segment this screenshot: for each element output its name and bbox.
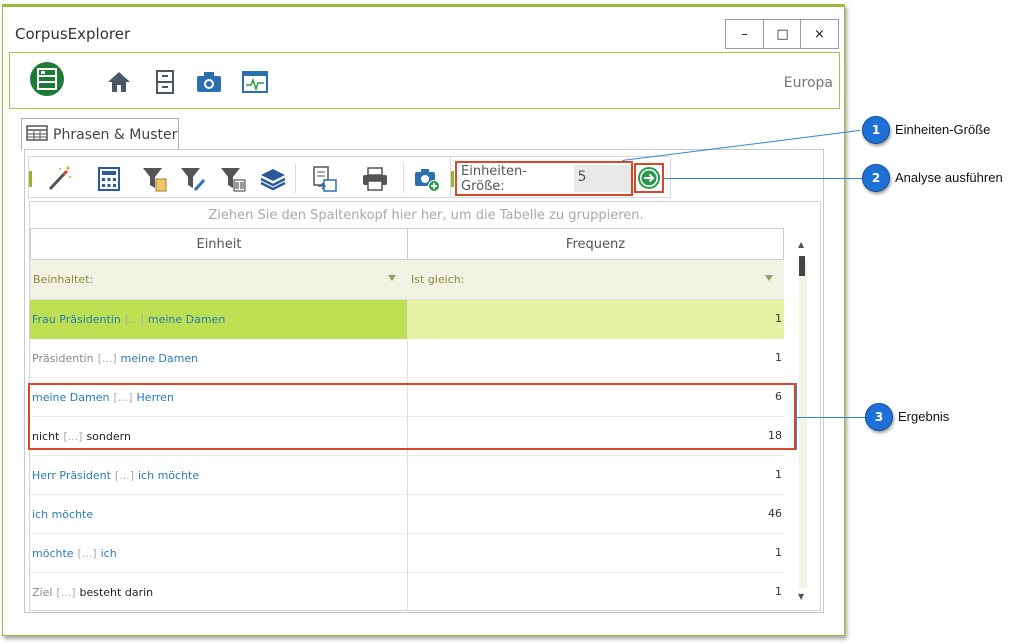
phrase-token: besteht darin [79,586,154,599]
calculator-icon[interactable] [95,165,123,193]
scroll-up-icon[interactable]: ▲ [798,240,804,249]
maximize-button[interactable]: □ [763,19,802,49]
result-highlight-box [28,383,796,450]
cell-frequenz[interactable]: 1 [408,339,784,378]
magic-wand-icon[interactable] [45,165,73,193]
tab-label: Phrasen & Muster [53,126,178,143]
toolbar [28,156,451,198]
cell-einheit[interactable]: Ziel [...] besteht darin [30,573,408,610]
group-hint: Ziehen Sie den Spaltenkopf hier her, um … [208,208,644,223]
unit-size-field: Einheiten-Größe: 5 [455,161,633,196]
table-row[interactable]: Herr Präsident [...] ich möchte 1 [30,456,784,495]
cell-einheit[interactable]: Frau Präsidentin [...] meine Damen [30,300,408,339]
filter-row: Beinhaltet: Ist gleich: [30,260,784,300]
phrase-token: ich möchte [138,469,200,482]
scroll-thumb[interactable] [799,256,805,276]
gap-marker: [...] [77,547,97,560]
toolbar-group-marker [451,171,454,187]
filter-frequenz[interactable]: Ist gleich: [411,273,464,286]
filter-funnel-icon[interactable] [388,275,396,281]
corpus-logo-icon[interactable] [30,62,64,96]
cell-frequenz[interactable]: 1 [408,300,784,339]
print-icon[interactable] [361,165,389,193]
phrase-token: Herr Präsident [32,469,111,482]
filter-funnel-icon[interactable] [765,275,773,281]
minimize-button[interactable]: – [725,19,764,49]
toolbar-separator [403,163,404,193]
table-row[interactable]: Präsidentin [...] meine Damen 1 [30,339,784,378]
phrase-token: Präsidentin [32,352,94,365]
table-row[interactable]: ich möchte 46 [30,495,784,534]
callout-badge: 3 [865,403,893,431]
table-row[interactable]: Ziel [...] besteht darin 1 [30,573,784,610]
cell-frequenz[interactable]: 1 [408,534,784,573]
callout-badge: 1 [862,116,890,144]
toolbar-group-marker [29,171,32,187]
phrase-token: möchte [32,547,74,560]
run-analysis-button[interactable] [634,163,664,193]
export-icon[interactable] [311,165,339,193]
filter-clipboard-icon[interactable] [141,165,169,193]
ribbon: Europa [9,52,840,109]
snapshot-add-icon[interactable] [413,165,441,193]
table-row[interactable]: Frau Präsidentin [...] meine Damen 1 [30,300,784,339]
phrase-token: Ziel [32,586,53,599]
callout-badge: 2 [862,164,890,192]
filter-barcode-icon[interactable] [219,165,247,193]
close-button[interactable]: × [800,19,839,49]
monitor-icon[interactable] [242,69,268,95]
callout-label: Analyse ausführen [895,170,1003,185]
gap-marker: [...] [56,586,76,599]
cell-frequenz[interactable]: 46 [408,495,784,534]
camera-icon[interactable] [196,69,222,95]
filter-einheit[interactable]: Beinhaltet: [33,273,93,286]
unit-size-label: Einheiten-Größe: [461,163,527,194]
layers-icon[interactable] [259,165,287,193]
phrase-token: Frau Präsidentin [32,313,121,326]
unit-size-input[interactable]: 5 [573,165,631,192]
phrase-token: meine Damen [147,313,226,326]
column-header-frequenz[interactable]: Frequenz [407,228,784,260]
callout-line [664,178,862,179]
cell-einheit[interactable]: Herr Präsident [...] ich möchte [30,456,408,495]
table-row[interactable]: möchte [...] ich 1 [30,534,784,573]
toolbar-separator [295,163,296,193]
callout-line [796,383,797,450]
phrase-token: ich möchte [32,508,94,521]
home-icon[interactable] [106,69,132,95]
phrase-token: ich [100,547,117,560]
phrase-token: meine Damen [120,352,199,365]
gap-marker: [...] [97,352,117,365]
scroll-track[interactable] [799,258,807,588]
vertical-scrollbar[interactable]: ▲ ▼ [794,228,818,608]
cabinet-icon[interactable] [152,69,178,95]
callout-label: Einheiten-Größe [895,122,991,137]
cell-einheit[interactable]: möchte [...] ich [30,534,408,573]
callout-line [796,417,866,418]
arrow-right-circle-icon [638,167,660,189]
cell-einheit[interactable]: Präsidentin [...] meine Damen [30,339,408,378]
corpus-label: Europa [783,75,833,91]
column-header-einheit[interactable]: Einheit [30,228,408,260]
table-icon [26,124,48,145]
gap-marker: [...] [114,469,134,482]
window-title: CorpusExplorer [15,25,131,43]
cell-frequenz[interactable]: 1 [408,456,784,495]
cell-einheit[interactable]: ich möchte [30,495,408,534]
cell-frequenz[interactable]: 1 [408,573,784,610]
tab-phrasen-muster[interactable]: Phrasen & Muster [21,118,179,150]
filter-tools-icon[interactable] [179,165,207,193]
gap-marker: [...] [124,313,144,326]
scroll-down-icon[interactable]: ▼ [798,592,804,601]
callout-label: Ergebnis [898,409,950,424]
